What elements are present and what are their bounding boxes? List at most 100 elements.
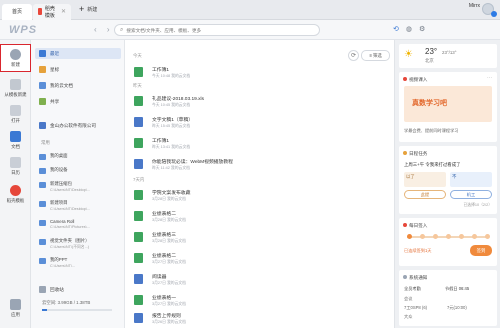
sidebar-item-label: 最近 xyxy=(50,50,60,56)
file-name: 你能陪我玩必读：WebM视频播放教程 xyxy=(152,160,233,165)
common-item[interactable]: Camera Roll C:\Users\NT\Pictures\... xyxy=(39,219,123,229)
schedule-btn-a[interactable]: 此提 xyxy=(404,190,446,199)
tab-home[interactable]: 首页 xyxy=(2,3,32,20)
rail-new[interactable]: 新建 xyxy=(0,44,31,72)
card-title: 日程任务 xyxy=(409,151,428,156)
file-meta: 3月28日 我的云文档 xyxy=(152,197,186,201)
nav-arrows[interactable]: ‹ › xyxy=(94,25,114,34)
settings-icon[interactable]: ⚙ xyxy=(419,25,425,33)
file-row[interactable]: 文字文稿1（草稿） 昨天 15:45 我的云文档 xyxy=(132,114,392,131)
title-bar: 首页 稻壳模板 ✕ + 新建 Mirrx xyxy=(0,0,500,20)
course-dot-icon xyxy=(403,77,407,81)
search-input[interactable] xyxy=(126,27,307,33)
group-today: 今天 xyxy=(133,53,142,58)
common-item[interactable]: 视觉文件夹（图片） C:\Users\NT\(不同名...) xyxy=(39,238,123,250)
common-item-name: 我的设备 xyxy=(50,167,68,172)
rail-new-label: 新建 xyxy=(11,61,20,67)
sidebar: 最近 星标 我的云文档 共享 金山办公软件有限公司 常用 我的桌面 我的设备 新… xyxy=(31,40,125,328)
file-row[interactable]: 你能陪我玩必读：WebM视频播放教程 昨天 11:42 我的云文档 xyxy=(132,156,392,173)
spreadsheet-icon xyxy=(134,190,143,200)
sidebar-item-recycle[interactable]: 回收站 xyxy=(35,284,121,295)
spreadsheet-icon xyxy=(134,96,143,106)
user-name[interactable]: Mirrx xyxy=(469,3,480,9)
common-item-path: C:\Users\NT\Desktop\... xyxy=(50,188,91,192)
schedule-btn-b[interactable]: 机工 xyxy=(450,190,492,199)
sync-icon[interactable]: ⟲ xyxy=(393,25,399,33)
course-banner[interactable]: 真数学习吧 xyxy=(404,86,492,122)
schedule-option-a[interactable]: 以了 xyxy=(404,172,446,187)
option-label: 不 xyxy=(452,174,457,179)
file-name: 礼品建议-2018.03.19.xls xyxy=(152,97,204,102)
left-rail: 新建 从模板新建 打开 文档 日历 稻壳模板 应用 xyxy=(0,40,31,328)
file-name: 学院文案发布收藏 xyxy=(152,191,191,196)
file-name: 业绩表格二 xyxy=(152,212,176,217)
rail-docer[interactable]: 稻壳模板 xyxy=(0,180,31,208)
share-icon xyxy=(39,98,46,105)
sidebar-item-company[interactable]: 金山办公软件有限公司 xyxy=(35,120,121,131)
rail-calendar[interactable]: 日历 xyxy=(0,152,31,180)
group-yesterday: 昨天 xyxy=(133,83,142,88)
sidebar-item-recent[interactable]: 最近 xyxy=(35,48,121,59)
folder-icon xyxy=(10,104,21,116)
common-item-path: C:\Users\NT\Pictures\... xyxy=(50,225,90,229)
file-row[interactable]: 阅读器 3月27日 我的云文档 xyxy=(132,271,392,288)
refresh-button[interactable]: ⟳ xyxy=(348,50,359,61)
common-item[interactable]: 我的桌面 xyxy=(39,153,123,160)
file-row[interactable]: 工作簿1 今天 10:48 我的云文档 xyxy=(132,64,392,81)
rail-open-label: 打开 xyxy=(11,117,20,123)
file-row[interactable]: 业绩表格一 3月27日 我的云文档 xyxy=(132,292,392,309)
close-icon[interactable]: ✕ xyxy=(61,8,66,15)
video-course-card[interactable]: 视频课入 ··· 真数学习吧 学最会费、提前同时课程学习 xyxy=(399,72,497,142)
sidebar-item-starred[interactable]: 星标 xyxy=(35,64,121,75)
schedule-option-b[interactable]: 不 xyxy=(450,172,492,187)
rail-open[interactable]: 打开 xyxy=(0,100,31,128)
sidebar-item-label: 我的云文档 xyxy=(50,82,73,88)
file-row[interactable]: 业绩表格二 3月27日 我的云文档 xyxy=(132,250,392,267)
sun-icon: ☀ xyxy=(404,49,413,60)
template-icon xyxy=(38,8,42,15)
rail-calendar-label: 日历 xyxy=(11,169,20,175)
banner-text: 真数学习吧 xyxy=(412,100,447,107)
spreadsheet-icon xyxy=(134,138,143,148)
sidebar-item-label: 共享 xyxy=(50,98,60,104)
new-tab-button[interactable]: + 新建 xyxy=(79,5,97,14)
checkin-card[interactable]: 每日签入 已连续签到1天 签到 xyxy=(399,218,497,266)
right-panel: ☀ 23° 23°/13° 北京 视频课入 ··· 真数学习吧 学最会费、提前同… xyxy=(394,40,500,328)
common-item[interactable]: 我的PPT C:\Users\NT\... xyxy=(39,257,123,268)
checkin-button[interactable]: 签到 xyxy=(470,245,492,256)
cloud-icon xyxy=(39,82,46,89)
weather-card[interactable]: ☀ 23° 23°/13° 北京 xyxy=(399,44,497,68)
file-row[interactable]: 报告上传规则 3月26日 我的云文档 xyxy=(132,310,392,327)
common-item[interactable]: 新建项目 C:\Users\NT\Desktop\... xyxy=(39,200,123,211)
rail-apps[interactable]: 应用 xyxy=(0,294,31,322)
group-7days: 7天内 xyxy=(133,177,145,182)
more-icon[interactable]: ··· xyxy=(487,75,492,81)
building-icon xyxy=(39,122,46,129)
file-row[interactable]: 业绩表格二 3月28日 我的云文档 xyxy=(132,208,392,225)
sidebar-item-cloud-docs[interactable]: 我的云文档 xyxy=(35,80,121,91)
card-title: 视频课入 xyxy=(409,77,428,82)
filter-button[interactable]: ≡ 筛选 xyxy=(361,50,390,61)
sidebar-item-shared[interactable]: 共享 xyxy=(35,96,121,107)
notice-card[interactable]: 系统通知 全员考勤 节假日 06:45 会议 7工0SP8 (6) 7元(10:… xyxy=(399,270,497,326)
storage-label: 云空间: 3.99GB / 1.38TB xyxy=(42,300,91,305)
search-icon: ⌕ xyxy=(120,26,124,33)
common-item[interactable]: 新建压缩包 C:\Users\NT\Desktop\... xyxy=(39,181,123,192)
schedule-card[interactable]: 日程任务 上周三+午 令我来打过看成了 以了 不 此提 机工 已选择10（2/2… xyxy=(399,146,497,214)
file-row[interactable]: 业绩表格三 3月28日 我的云文档 xyxy=(132,229,392,246)
skin-icon[interactable]: ◍ xyxy=(406,25,412,33)
rail-docs[interactable]: 文档 xyxy=(0,126,31,154)
common-item[interactable]: 我的设备 xyxy=(39,167,123,174)
rail-template-new[interactable]: 从模板新建 xyxy=(0,74,31,102)
tab-templates-label: 稻壳模板 xyxy=(44,5,55,19)
search-box[interactable]: ⌕ xyxy=(114,24,320,36)
file-row[interactable]: 工作簿1 昨天 13:41 我的云文档 xyxy=(132,135,392,152)
file-meta: 3月27日 我的云文档 xyxy=(152,302,186,306)
file-row[interactable]: 学院文案发布收藏 3月28日 我的云文档 xyxy=(132,187,392,204)
file-row[interactable]: 礼品建议-2018.03.19.xls 今天 10:45 我的云文档 xyxy=(132,93,392,110)
spreadsheet-icon xyxy=(134,232,143,242)
common-section-title: 常用 xyxy=(41,140,50,145)
tab-templates[interactable]: 稻壳模板 ✕ xyxy=(33,3,71,20)
checkin-day-dot xyxy=(407,234,412,239)
vip-badge xyxy=(491,11,497,17)
